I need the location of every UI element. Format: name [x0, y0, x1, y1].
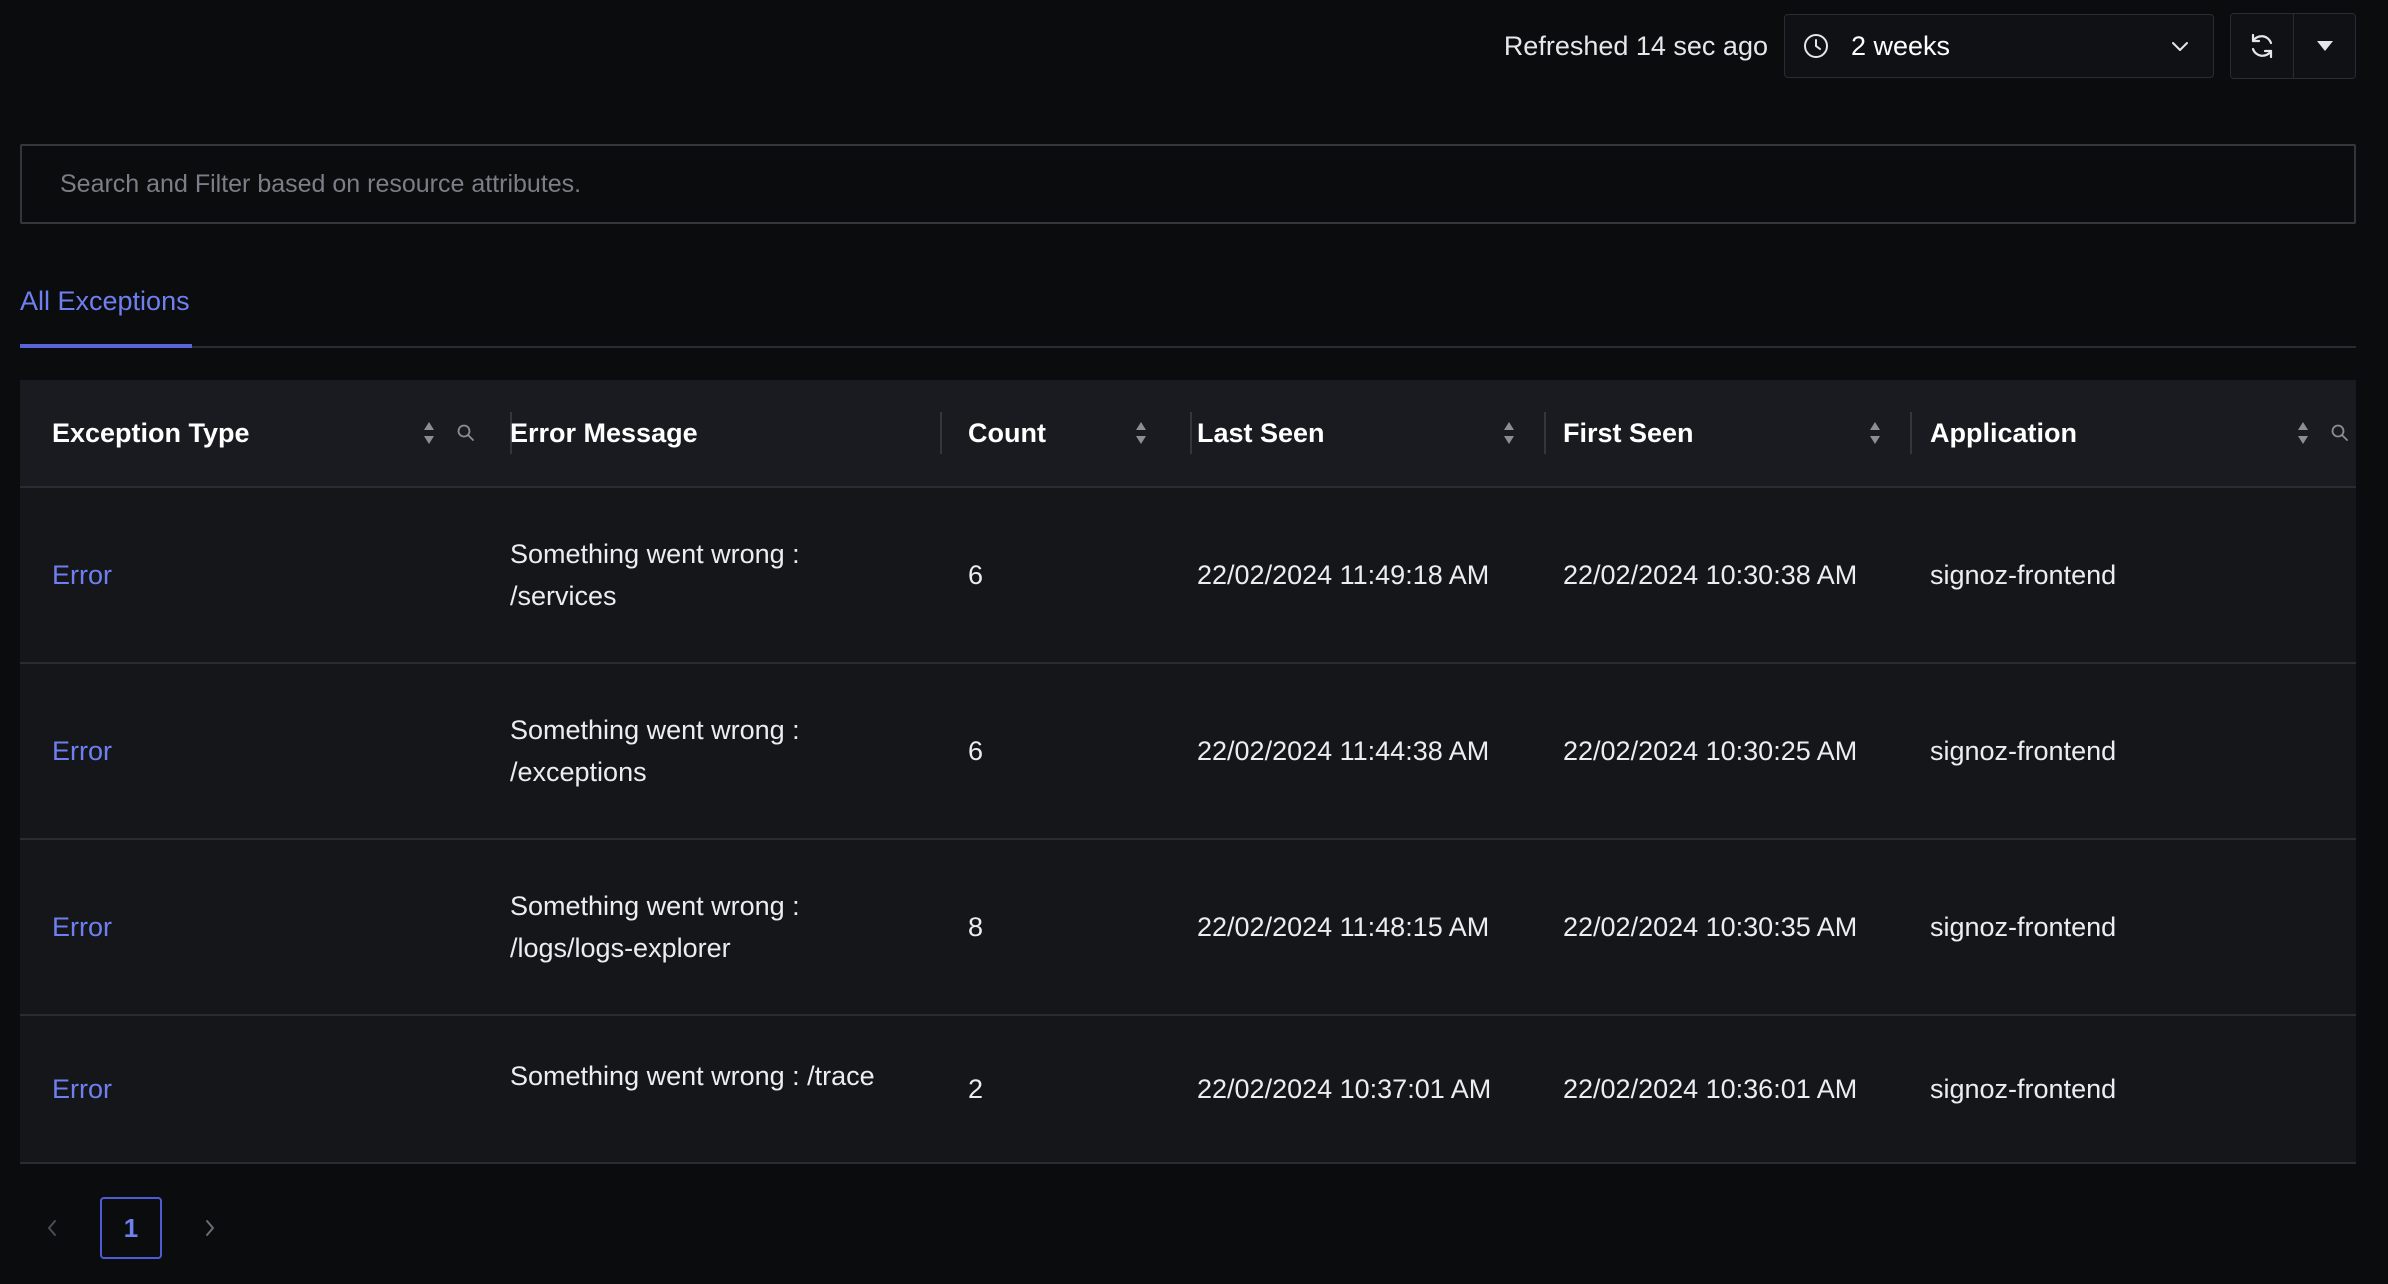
column-label: Application: [1930, 417, 2077, 448]
sort-icon[interactable]: [1868, 420, 1882, 446]
column-label: Count: [968, 417, 1046, 448]
exceptions-table: Exception Type Error Message Count Last …: [20, 380, 2356, 1164]
last-seen-cell: 22/02/2024 10:37:01 AM: [1197, 1074, 1492, 1104]
count-cell: 8: [968, 912, 984, 942]
chevron-right-icon: [203, 1218, 217, 1238]
exception-type-link[interactable]: Error: [52, 840, 112, 1014]
exception-type-link[interactable]: Error: [52, 1016, 112, 1162]
first-seen-cell: 22/02/2024 10:30:35 AM: [1563, 912, 1858, 942]
column-divider: [1544, 412, 1546, 454]
refresh-options-dropdown[interactable]: [2293, 14, 2355, 78]
column-header-error-message: Error Message: [510, 380, 942, 486]
tab-all-exceptions[interactable]: All Exceptions: [20, 278, 192, 348]
search-icon[interactable]: [456, 423, 476, 443]
exception-type-link[interactable]: Error: [52, 488, 112, 662]
column-label: First Seen: [1563, 417, 1694, 448]
column-label: Last Seen: [1197, 417, 1325, 448]
clock-icon: [1803, 33, 1829, 59]
column-divider: [1910, 412, 1912, 454]
page-number-button[interactable]: 1: [100, 1197, 162, 1259]
sort-icon[interactable]: [2296, 420, 2310, 446]
table-row: Error Something went wrong : /logs/logs-…: [20, 840, 2356, 1016]
search-icon[interactable]: [2330, 423, 2350, 443]
count-cell: 6: [968, 736, 984, 766]
error-message-cell: Something went wrong : /services: [510, 539, 800, 611]
table-row: Error Something went wrong : /exceptions…: [20, 664, 2356, 840]
refresh-icon: [2247, 31, 2277, 61]
first-seen-cell: 22/02/2024 10:30:25 AM: [1563, 736, 1858, 766]
column-label: Error Message: [510, 417, 698, 448]
last-seen-cell: 22/02/2024 11:48:15 AM: [1197, 912, 1490, 942]
error-message-cell: Something went wrong : /logs/logs-explor…: [510, 891, 800, 963]
sort-icon[interactable]: [1134, 420, 1148, 446]
application-cell: signoz-frontend: [1930, 736, 2117, 766]
column-header-application[interactable]: Application: [1930, 380, 2350, 486]
table-row: Error Something went wrong : /trace 2 22…: [20, 1016, 2356, 1164]
time-range-select[interactable]: 2 weeks: [1784, 14, 2214, 78]
caret-down-icon: [2316, 40, 2334, 52]
column-header-count[interactable]: Count: [968, 380, 1192, 486]
count-cell: 2: [968, 1074, 984, 1104]
time-range-value: 2 weeks: [1851, 30, 1951, 61]
resource-attributes-search-input[interactable]: [20, 144, 2356, 224]
column-label: Exception Type: [52, 417, 250, 448]
column-header-exception-type[interactable]: Exception Type: [52, 380, 512, 486]
table-row: Error Something went wrong : /services 6…: [20, 488, 2356, 664]
chevron-down-icon: [2169, 35, 2191, 57]
sort-icon[interactable]: [1502, 420, 1516, 446]
exception-type-link[interactable]: Error: [52, 664, 112, 838]
next-page-button[interactable]: [178, 1196, 242, 1260]
pagination: 1: [20, 1196, 242, 1260]
column-header-first-seen[interactable]: First Seen: [1563, 380, 1912, 486]
error-message-cell: Something went wrong : /trace: [510, 1061, 875, 1091]
column-header-last-seen[interactable]: Last Seen: [1197, 380, 1546, 486]
tab-bar: All Exceptions: [20, 278, 2356, 348]
chevron-left-icon: [45, 1218, 59, 1238]
application-cell: signoz-frontend: [1930, 912, 2117, 942]
last-seen-cell: 22/02/2024 11:44:38 AM: [1197, 736, 1490, 766]
last-seen-cell: 22/02/2024 11:49:18 AM: [1197, 560, 1490, 590]
refresh-button-group: [2230, 13, 2356, 79]
column-divider: [1190, 412, 1192, 454]
first-seen-cell: 22/02/2024 10:36:01 AM: [1563, 1074, 1858, 1104]
application-cell: signoz-frontend: [1930, 560, 2117, 590]
table-header: Exception Type Error Message Count Last …: [20, 380, 2356, 488]
top-bar: Refreshed 14 sec ago 2 weeks: [1504, 13, 2356, 79]
application-cell: signoz-frontend: [1930, 1074, 2117, 1104]
count-cell: 6: [968, 560, 984, 590]
sort-icon[interactable]: [422, 420, 436, 446]
column-divider: [940, 412, 942, 454]
error-message-cell: Something went wrong : /exceptions: [510, 715, 800, 787]
prev-page-button[interactable]: [20, 1196, 84, 1260]
first-seen-cell: 22/02/2024 10:30:38 AM: [1563, 560, 1858, 590]
refresh-button[interactable]: [2231, 14, 2293, 78]
refreshed-status: Refreshed 14 sec ago: [1503, 30, 1768, 61]
